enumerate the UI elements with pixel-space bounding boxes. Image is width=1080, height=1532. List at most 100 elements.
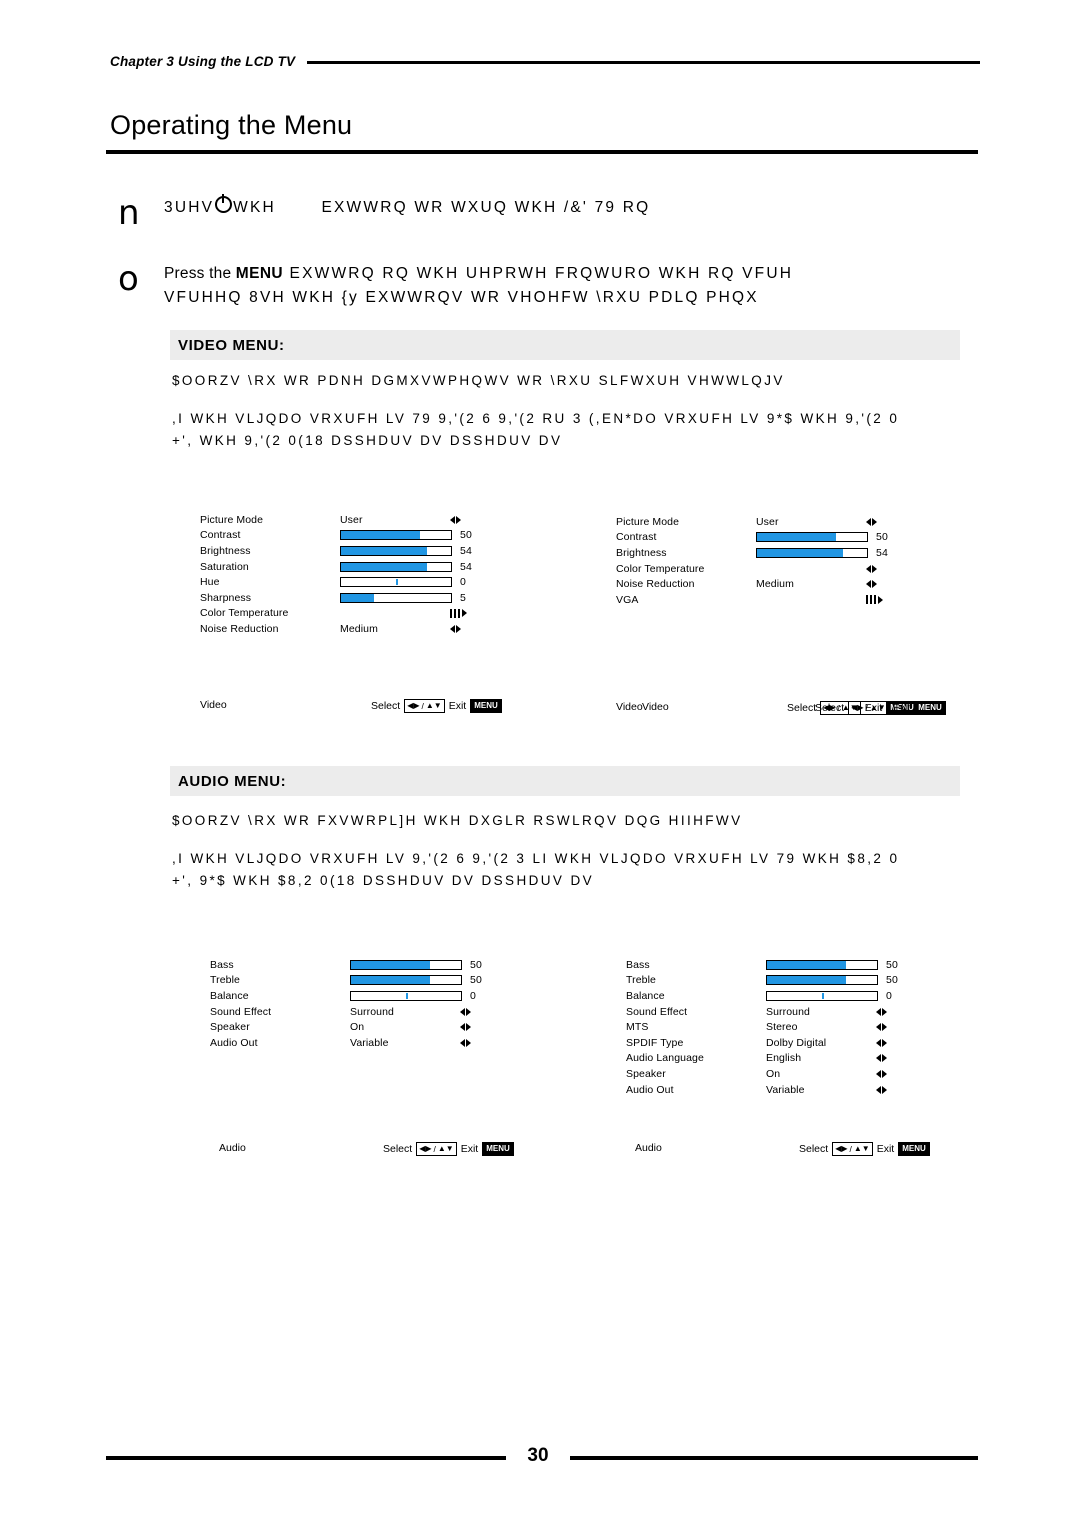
osd-row[interactable]: Saturation 54 [200, 559, 490, 575]
osd-row[interactable]: Contrast 50 [200, 528, 490, 544]
osd-slider[interactable] [350, 959, 462, 970]
osd-audio-menu-standard: Bass 50 Treble 50 Balance 0 Sound Effect Surrou… [210, 957, 510, 1051]
osd-row-value: English [766, 1052, 802, 1065]
osd-row-value: On [766, 1067, 781, 1080]
menu-keycap: MENU [470, 699, 502, 713]
step-1-text-b: WKH EXWWRQ WR WXUQ WKH /&' 79 RQ [233, 199, 651, 216]
osd-arrows-icon[interactable] [460, 1038, 480, 1047]
osd-row-label: Color Temperature [200, 607, 289, 620]
osd-slider[interactable] [766, 959, 878, 970]
osd-row[interactable]: Sound Effect Surround [626, 1004, 926, 1020]
osd-row[interactable]: Bass 50 [626, 957, 926, 973]
osd-row[interactable]: Speaker On [626, 1066, 926, 1082]
osd-arrows-icon[interactable] [866, 517, 886, 526]
osd-row[interactable]: VGA [616, 592, 906, 608]
osd-row-label: Picture Mode [200, 513, 264, 526]
osd-arrows-icon[interactable] [876, 1023, 896, 1032]
osd-level-bars-icon [866, 595, 876, 605]
osd-arrows-icon[interactable] [876, 1038, 896, 1047]
osd-row[interactable]: Noise Reduction Medium [200, 621, 490, 637]
osd-slider[interactable] [340, 577, 452, 588]
footer-rule-left [106, 1456, 506, 1460]
osd-row[interactable]: Treble 50 [626, 973, 926, 989]
osd-slider[interactable] [756, 547, 868, 558]
menu-keycap: MENU [914, 701, 946, 715]
osd-row-label: Speaker [626, 1067, 666, 1080]
osd-slider-fill [341, 593, 374, 602]
osd-arrows-icon[interactable] [450, 515, 470, 524]
osd-row[interactable]: Sharpness 5 [200, 590, 490, 606]
osd-row[interactable]: Picture Mode User [616, 514, 906, 530]
osd-row[interactable]: Color Temperature [616, 561, 906, 577]
osd-row[interactable]: Contrast 50 [616, 530, 906, 546]
menu-keycap: MENU [898, 1142, 930, 1156]
osd-video-right-footer-keys-dup: Select ◀▶ / ▲▼ Exit MENU [815, 701, 946, 715]
osd-arrows-icon[interactable] [460, 1023, 480, 1032]
osd-slider[interactable] [766, 990, 878, 1001]
osd-row-label: Balance [210, 989, 249, 1002]
osd-slider-fill [351, 960, 431, 969]
osd-row-label: Sound Effect [626, 1005, 688, 1018]
osd-row[interactable]: Speaker On [210, 1019, 510, 1035]
osd-row-label: Treble [626, 974, 656, 987]
osd-audio-left-exit-label: Exit [460, 1143, 479, 1155]
osd-row[interactable]: Bass 50 [210, 957, 510, 973]
osd-row[interactable]: Sound Effect Surround [210, 1004, 510, 1020]
osd-row-value: Variable [766, 1083, 805, 1096]
video-menu-paragraph-2-line2: +', WKH 9,'(2 0(18 DSSHDUV DV DSSHDUV DV [172, 433, 563, 448]
osd-row-label: MTS [626, 1021, 649, 1034]
osd-row[interactable]: Brightness 54 [616, 545, 906, 561]
osd-slider[interactable] [340, 545, 452, 556]
osd-arrow-right-icon[interactable] [878, 595, 898, 604]
osd-video-left-footer-label: Video [200, 699, 227, 711]
osd-row[interactable]: Hue 0 [200, 574, 490, 590]
osd-video-right-footer-label-dup: Video [642, 701, 669, 713]
osd-slider[interactable] [340, 592, 452, 603]
osd-arrows-icon[interactable] [460, 1007, 480, 1016]
osd-row[interactable]: Balance 0 [626, 988, 926, 1004]
osd-audio-right-footer: Audio [635, 1142, 662, 1154]
osd-arrows-icon[interactable] [876, 1007, 896, 1016]
audio-menu-bar: AUDIO MENU: [170, 766, 960, 796]
page-title: Operating the Menu [110, 110, 353, 140]
menu-keyword: MENU [235, 265, 284, 282]
osd-arrow-right-icon[interactable] [462, 609, 482, 618]
osd-audio-left-footer-keys: Select ◀▶ / ▲▼ Exit MENU [383, 1142, 514, 1156]
osd-row[interactable]: Audio Out Variable [210, 1035, 510, 1051]
osd-row[interactable]: SPDIF Type Dolby Digital [626, 1035, 926, 1051]
osd-row[interactable]: Color Temperature [200, 606, 490, 622]
osd-row[interactable]: Treble 50 [210, 973, 510, 989]
osd-row[interactable]: MTS Stereo [626, 1019, 926, 1035]
osd-slider[interactable] [766, 975, 878, 986]
osd-slider[interactable] [350, 975, 462, 986]
osd-audio-right-exit-label: Exit [876, 1143, 895, 1155]
osd-slider[interactable] [756, 532, 868, 543]
osd-row-label: Sharpness [200, 591, 252, 604]
osd-row-value: 50 [876, 531, 888, 544]
osd-row[interactable]: Noise Reduction Medium [616, 576, 906, 592]
osd-arrows-icon[interactable] [876, 1054, 896, 1063]
osd-slider[interactable] [350, 990, 462, 1001]
osd-row[interactable]: Audio Language English [626, 1051, 926, 1067]
osd-slider-tick [406, 992, 408, 999]
step-2-number: o [118, 259, 139, 299]
osd-row-value: User [756, 515, 779, 528]
osd-row[interactable]: Audio Out Variable [626, 1082, 926, 1098]
osd-row-value: Stereo [766, 1021, 798, 1034]
osd-row-label: Treble [210, 974, 240, 987]
osd-arrows-icon[interactable] [876, 1069, 896, 1078]
osd-arrows-icon[interactable] [876, 1085, 896, 1094]
osd-row-label: Color Temperature [616, 562, 705, 575]
osd-arrows-icon[interactable] [866, 564, 886, 573]
osd-slider[interactable] [340, 561, 452, 572]
step-2-lead: Press the [164, 265, 236, 282]
osd-row[interactable]: Picture Mode User [200, 512, 490, 528]
osd-slider-tick [396, 579, 398, 586]
osd-video-left-select-label: Select [371, 700, 401, 712]
osd-arrows-icon[interactable] [866, 580, 886, 589]
step-1-number: n [118, 193, 140, 233]
osd-arrows-icon[interactable] [450, 624, 470, 633]
osd-row[interactable]: Brightness 54 [200, 543, 490, 559]
osd-slider[interactable] [340, 530, 452, 541]
osd-row[interactable]: Balance 0 [210, 988, 510, 1004]
